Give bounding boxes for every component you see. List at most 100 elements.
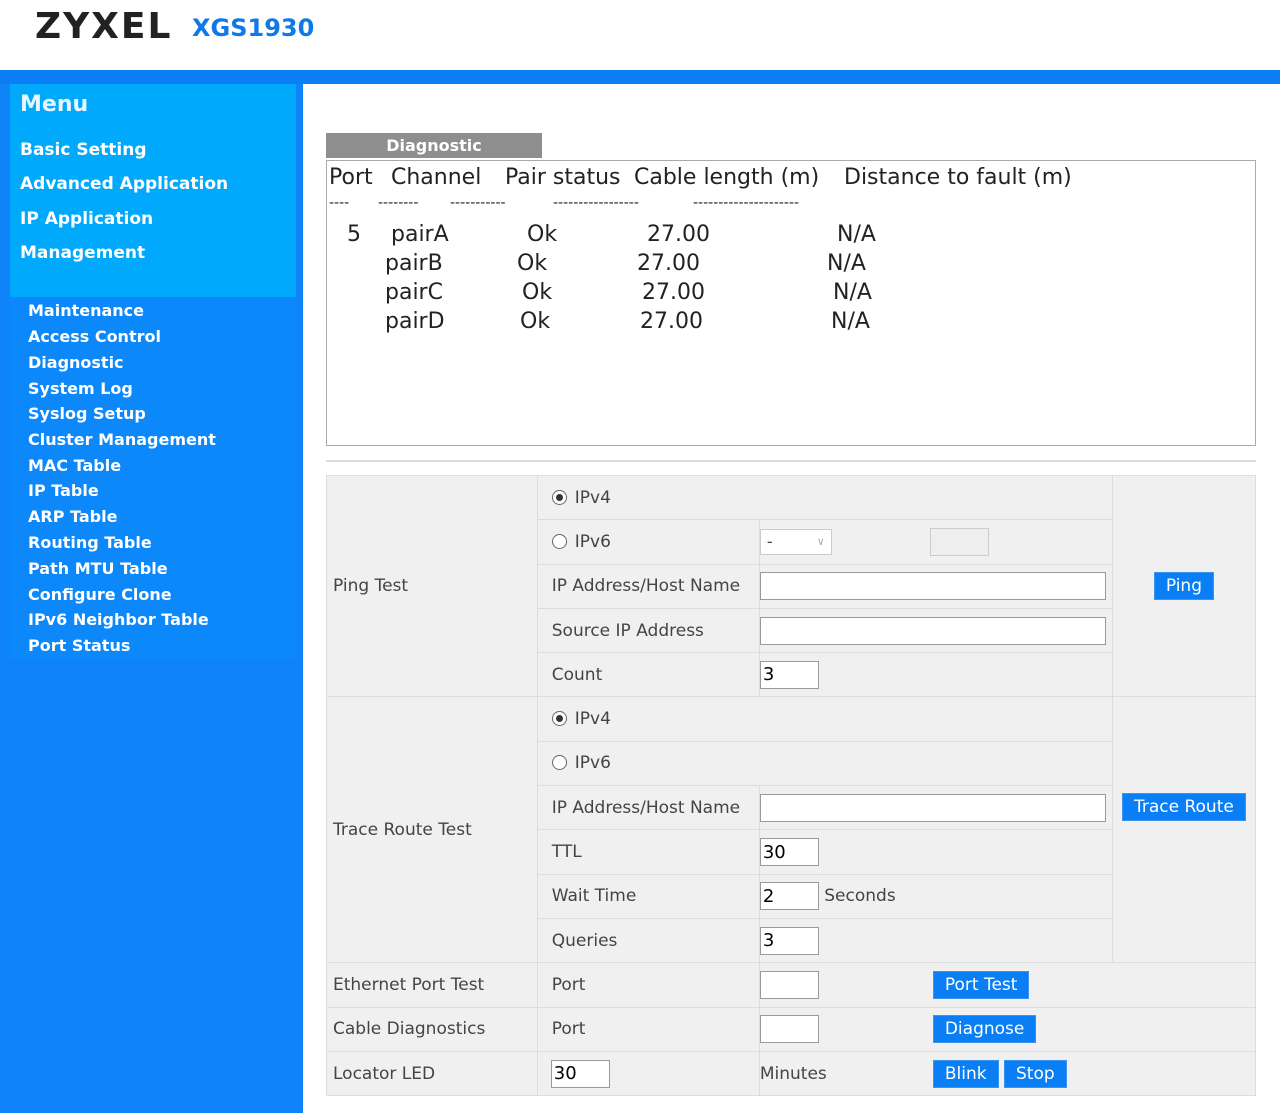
cell-status: Ok <box>517 251 548 276</box>
trace-route-label: Trace Route Test <box>326 696 538 964</box>
submenu-port-status[interactable]: Port Status <box>28 636 130 655</box>
zyxel-logo: ZYXEL <box>35 6 173 47</box>
main-menu: Menu Basic Setting Advanced Application … <box>10 84 296 297</box>
ttl-label: TTL <box>536 829 760 875</box>
ipv6-interface-input <box>929 527 989 556</box>
ping-source-label: Source IP Address <box>536 607 760 654</box>
ping-ipv6-label: IPv6 <box>574 531 611 552</box>
blink-button[interactable]: Blink <box>932 1059 999 1088</box>
trace-ipv6-label: IPv6 <box>574 753 611 774</box>
diagnostic-form: Ping Test IPv4 Ping IPv6 - ∨ IP Address/H… <box>326 474 1257 1097</box>
trace-host-label: IP Address/Host Name <box>536 785 760 831</box>
cell-fault: N/A <box>831 309 870 334</box>
ping-host-label: IP Address/Host Name <box>536 563 760 609</box>
wait-time-unit: Seconds <box>824 886 896 907</box>
submenu-arp-table[interactable]: ARP Table <box>28 507 117 526</box>
submenu-path-mtu-table[interactable]: Path MTU Table <box>28 559 168 578</box>
col-header-cable-length: Cable length (m) <box>634 165 820 190</box>
management-submenu: Maintenance Access Control Diagnostic Sy… <box>10 297 296 659</box>
submenu-cluster-management[interactable]: Cluster Management <box>28 430 216 449</box>
submenu-configure-clone[interactable]: Configure Clone <box>28 585 172 604</box>
cell-fault: N/A <box>827 251 866 276</box>
ethernet-port-test-label: Ethernet Port Test <box>326 962 538 1008</box>
dash: --------------------- <box>693 195 800 211</box>
ping-ipv4-radio[interactable] <box>551 489 567 505</box>
stop-button[interactable]: Stop <box>1003 1059 1067 1088</box>
submenu-ipv6-neighbor-table[interactable]: IPv6 Neighbor Table <box>28 610 209 629</box>
ping-source-input[interactable] <box>759 616 1106 645</box>
submenu-maintenance[interactable]: Maintenance <box>28 301 144 320</box>
cell-length: 27.00 <box>640 309 703 334</box>
menu-basic-setting[interactable]: Basic Setting <box>20 140 147 160</box>
cell-fault: N/A <box>837 222 876 247</box>
trace-ipv6-radio[interactable] <box>551 755 567 771</box>
trace-host-input[interactable] <box>759 793 1106 822</box>
locator-minutes-unit: Minutes <box>759 1063 827 1084</box>
ping-host-input[interactable] <box>759 572 1106 601</box>
submenu-access-control[interactable]: Access Control <box>28 327 161 346</box>
cell-channel: pairD <box>385 309 445 334</box>
ping-ipv4-label: IPv4 <box>574 487 611 508</box>
col-header-port: Port <box>329 165 373 190</box>
select-value: - <box>766 531 773 551</box>
submenu-diagnostic[interactable]: Diagnostic <box>28 353 124 372</box>
dash: -------- <box>378 195 419 211</box>
model-name: XGS1930 <box>192 14 315 42</box>
sidebar: Menu Basic Setting Advanced Application … <box>0 84 303 1113</box>
submenu-syslog-setup[interactable]: Syslog Setup <box>28 404 146 423</box>
dash: ----------------- <box>553 195 639 211</box>
ethernet-port-label: Port <box>536 962 760 1008</box>
cell-length: 27.00 <box>647 222 710 247</box>
cell-fault: N/A <box>833 280 872 305</box>
trace-ipv4-radio[interactable] <box>551 711 567 727</box>
chevron-down-icon: ∨ <box>816 534 825 548</box>
header: ZYXEL XGS1930 <box>0 0 1280 70</box>
cell-port: 5 <box>347 222 361 247</box>
cell-channel: pairC <box>385 280 443 305</box>
diagnostic-result-textarea[interactable]: Port Channel Pair status Cable length (m… <box>326 160 1256 446</box>
submenu-system-log[interactable]: System Log <box>28 379 133 398</box>
cell-status: Ok <box>527 222 558 247</box>
trace-route-button[interactable]: Trace Route <box>1121 793 1246 822</box>
port-test-button[interactable]: Port Test <box>932 970 1030 999</box>
locator-led-label: Locator LED <box>326 1050 538 1097</box>
wait-time-input[interactable] <box>759 882 819 911</box>
col-header-pair-status: Pair status <box>505 165 621 190</box>
col-header-channel: Channel <box>391 165 482 190</box>
cable-port-label: Port <box>536 1006 760 1052</box>
menu-management[interactable]: Management <box>20 243 145 263</box>
col-header-distance-to-fault: Distance to fault (m) <box>844 165 1072 190</box>
ipv6-interface-select[interactable]: - ∨ <box>759 528 832 555</box>
ping-count-input[interactable] <box>759 660 819 689</box>
menu-ip-application[interactable]: IP Application <box>20 209 153 229</box>
cell-channel: pairA <box>391 222 449 247</box>
header-bar <box>0 70 1280 84</box>
cell-length: 27.00 <box>642 280 705 305</box>
cell-length: 27.00 <box>637 251 700 276</box>
submenu-mac-table[interactable]: MAC Table <box>28 456 121 475</box>
ethernet-port-input[interactable] <box>759 970 819 999</box>
ping-test-label: Ping Test <box>326 474 538 698</box>
queries-label: Queries <box>536 917 760 964</box>
cell-status: Ok <box>522 280 553 305</box>
submenu-ip-table[interactable]: IP Table <box>28 481 99 500</box>
ping-ipv6-radio[interactable] <box>551 533 567 549</box>
wait-time-label: Wait Time <box>536 873 760 919</box>
dash: ----------- <box>450 195 506 211</box>
diagnostic-tab: Diagnostic <box>326 133 542 158</box>
queries-input[interactable] <box>759 926 819 955</box>
cable-port-input[interactable] <box>759 1015 819 1044</box>
cell-channel: pairB <box>385 251 443 276</box>
menu-title: Menu <box>20 92 89 117</box>
ping-count-label: Count <box>536 652 760 698</box>
ttl-input[interactable] <box>759 838 819 867</box>
divider <box>326 460 1256 462</box>
locator-minutes-input[interactable] <box>550 1059 610 1088</box>
ping-button[interactable]: Ping <box>1153 572 1214 601</box>
trace-ipv4-label: IPv4 <box>574 709 611 730</box>
submenu-routing-table[interactable]: Routing Table <box>28 533 152 552</box>
diagnose-button[interactable]: Diagnose <box>932 1015 1037 1044</box>
cable-diagnostics-label: Cable Diagnostics <box>326 1006 538 1052</box>
dash: ---- <box>329 195 350 211</box>
menu-advanced-application[interactable]: Advanced Application <box>20 174 228 194</box>
